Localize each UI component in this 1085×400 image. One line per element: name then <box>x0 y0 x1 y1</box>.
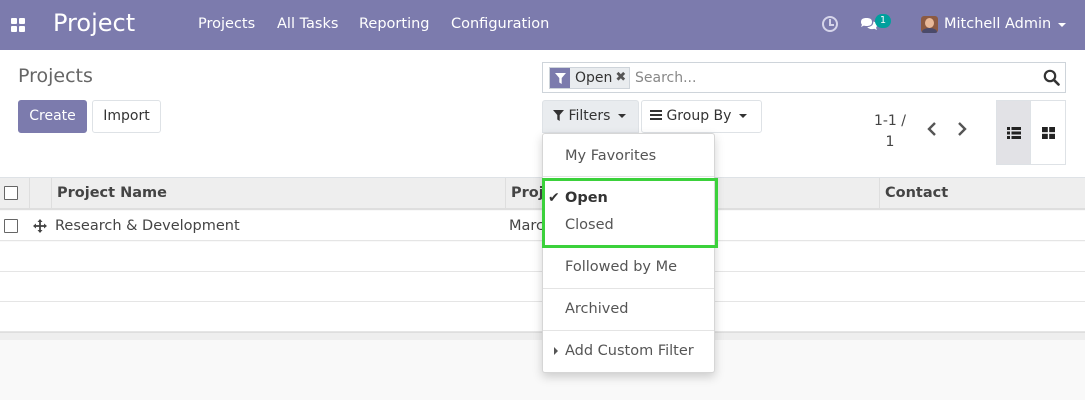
pager-limit: 1 <box>885 134 895 150</box>
filters-dropdown-button[interactable]: Filters <box>542 100 639 133</box>
pager-value[interactable]: 1-1 / 1 <box>868 111 912 153</box>
menu-reporting[interactable]: Reporting <box>359 16 430 32</box>
user-caret-icon[interactable] <box>1058 23 1066 27</box>
select-all-checkbox[interactable] <box>4 186 18 200</box>
bars-icon <box>650 110 662 120</box>
filter-archived[interactable]: Archived <box>543 296 714 322</box>
caret-down-icon <box>618 114 627 118</box>
row-checkbox[interactable] <box>4 219 18 233</box>
project-name-cell: Research & Development <box>55 218 240 234</box>
dropdown-divider <box>543 288 714 289</box>
breadcrumb: Projects <box>18 65 93 87</box>
search-facet: Open ✖ <box>549 67 631 89</box>
user-name[interactable]: Mitchell Admin <box>944 16 1051 32</box>
column-project-name[interactable]: Project Name <box>51 178 507 208</box>
facet-remove-icon[interactable]: ✖ <box>615 68 629 88</box>
dropdown-divider <box>543 246 714 247</box>
caret-down-icon <box>739 114 748 118</box>
search-input[interactable] <box>635 66 1035 90</box>
menu-projects[interactable]: Projects <box>198 16 255 32</box>
groupby-label: Group By <box>666 108 732 124</box>
kanban-view-icon <box>1042 127 1055 139</box>
search-box: Open ✖ <box>542 62 1066 93</box>
list-view-icon <box>1007 127 1021 139</box>
filters-label: Filters <box>568 108 611 124</box>
filters-dropdown-menu: My Favorites ✔ Open Closed Followed by Me… <box>542 133 715 373</box>
apps-menu-icon[interactable] <box>11 18 25 32</box>
menu-configuration[interactable]: Configuration <box>451 16 549 32</box>
facet-label: Open <box>575 70 613 86</box>
import-button[interactable]: Import <box>92 100 161 133</box>
add-custom-filter[interactable]: Add Custom Filter <box>543 338 714 364</box>
pager-next-icon[interactable] <box>956 122 968 136</box>
dropdown-divider <box>543 176 714 177</box>
groupby-dropdown-button[interactable]: Group By <box>641 100 762 133</box>
drag-handle-icon[interactable] <box>33 219 47 233</box>
pager-range: 1-1 / <box>873 113 907 129</box>
search-icon[interactable] <box>1043 69 1060 86</box>
filter-facet-icon <box>550 68 570 88</box>
project-manager-cell: Marc <box>509 218 545 234</box>
chat-count-badge: 1 <box>875 14 891 28</box>
handle-column-header <box>29 178 51 208</box>
caret-right-icon <box>554 347 558 355</box>
add-custom-filter-label: Add Custom Filter <box>565 343 694 359</box>
filter-my-favorites[interactable]: My Favorites <box>543 143 714 169</box>
filter-open-label: Open <box>565 190 608 206</box>
filter-open[interactable]: ✔ Open <box>543 185 714 211</box>
menu-all-tasks[interactable]: All Tasks <box>277 16 338 32</box>
create-button[interactable]: Create <box>18 100 87 133</box>
list-view-button[interactable] <box>996 100 1031 165</box>
filter-followed-by-me[interactable]: Followed by Me <box>543 254 714 280</box>
user-avatar[interactable] <box>921 16 938 33</box>
app-brand[interactable]: Project <box>53 9 135 37</box>
top-navbar: Project Projects All Tasks Reporting Con… <box>0 0 1085 50</box>
activity-clock-icon[interactable] <box>822 16 838 32</box>
check-icon: ✔ <box>548 190 560 206</box>
pager-previous-icon[interactable] <box>926 122 938 136</box>
filter-closed[interactable]: Closed <box>543 212 714 238</box>
column-contact[interactable]: Contact <box>879 178 1085 208</box>
filter-icon <box>553 110 564 121</box>
dropdown-divider <box>543 330 714 331</box>
kanban-view-button[interactable] <box>1031 100 1066 165</box>
